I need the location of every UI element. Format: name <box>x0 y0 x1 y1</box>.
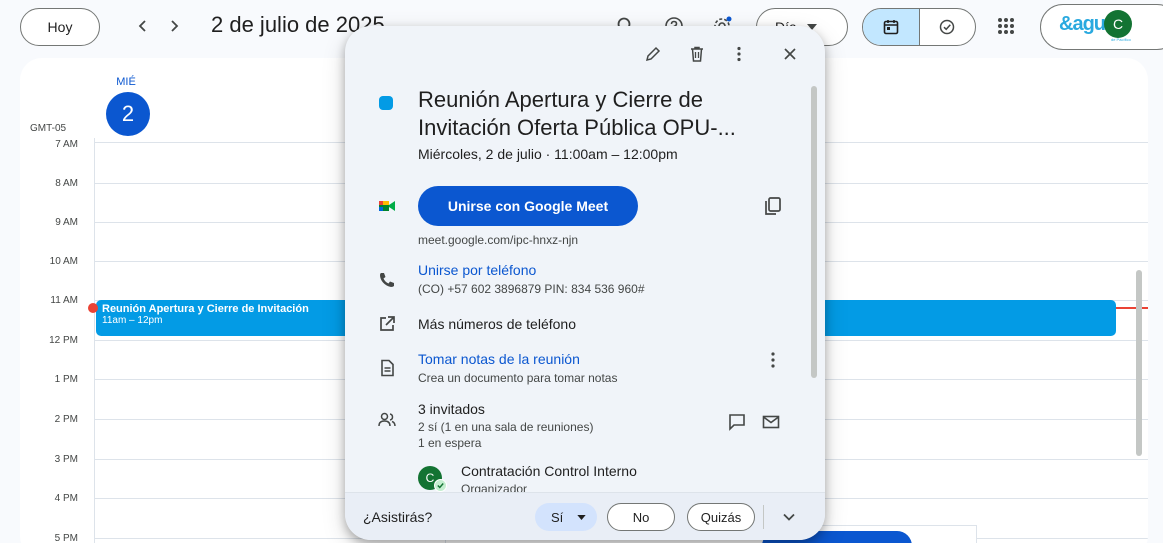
rsvp-yes-button[interactable]: Sí <box>535 503 597 531</box>
next-day-button[interactable] <box>162 14 186 38</box>
current-time-dot <box>88 303 98 313</box>
join-by-phone-link[interactable]: Unirse por teléfono <box>418 262 536 278</box>
rsvp-no-button[interactable]: No <box>607 503 675 531</box>
today-button[interactable]: Hoy <box>20 8 100 46</box>
hour-label: 3 PM <box>54 454 78 465</box>
organizer-name: Contratación Control Interno <box>461 463 637 479</box>
event-color-chip <box>379 96 393 110</box>
take-meeting-notes-link[interactable]: Tomar notas de la reunión <box>418 351 580 367</box>
previous-day-button[interactable] <box>131 14 155 38</box>
close-popup-button[interactable] <box>778 42 802 66</box>
chevron-down-icon[interactable] <box>779 507 799 527</box>
event-details-popup: Reunión Apertura y Cierre de Invitación … <box>345 26 825 540</box>
avatar[interactable]: C <box>1104 10 1132 38</box>
day-number-button[interactable]: 2 <box>106 92 150 136</box>
rsvp-bar: ¿Asistirás? Sí No Quizás <box>345 492 825 540</box>
guests-icon <box>375 408 399 432</box>
close-icon <box>784 48 796 60</box>
hour-label: 11 AM <box>50 295 78 306</box>
edit-event-button[interactable] <box>641 42 665 66</box>
current-time-line <box>1116 307 1148 309</box>
hour-label: 2 PM <box>54 414 78 425</box>
pencil-icon <box>645 46 661 62</box>
chevron-left-icon <box>138 20 146 32</box>
popup-event-title: Reunión Apertura y Cierre de Invitación … <box>418 87 736 140</box>
popup-scrollbar[interactable] <box>811 86 817 378</box>
hour-label: 9 AM <box>55 217 78 228</box>
tasks-view-toggle[interactable] <box>918 9 975 45</box>
chevron-right-icon <box>171 20 179 32</box>
account-switcher[interactable]: &aguas de Pacífico <box>1040 4 1163 50</box>
guest-count[interactable]: 3 invitados <box>418 401 485 417</box>
rsvp-divider <box>763 505 764 529</box>
hour-label: 7 AM <box>55 139 78 150</box>
more-phone-numbers-link[interactable]: Más números de teléfono <box>418 316 576 332</box>
popup-event-datetime: Miércoles, 2 de julio · 11:00am – 12:00p… <box>418 146 678 162</box>
phone-details: (CO) +57 602 3896879 PIN: 834 536 960# <box>418 282 645 296</box>
meeting-notes-hint: Crea un documento para tomar notas <box>418 371 618 385</box>
view-switcher <box>862 8 976 46</box>
accepted-check-icon <box>434 479 447 492</box>
brand-subtitle: de Pacífico <box>1111 37 1131 42</box>
hour-label: 8 AM <box>55 178 78 189</box>
guests-yes-summary: 2 sí (1 en una sala de reuniones) <box>418 420 594 434</box>
phone-icon <box>375 268 399 292</box>
hour-label: 1 PM <box>54 374 78 385</box>
more-options-button[interactable] <box>727 42 751 66</box>
caret-down-icon[interactable] <box>577 514 586 520</box>
calendar-icon <box>883 20 899 35</box>
guests-waiting-summary: 1 en espera <box>418 436 482 450</box>
email-guests-button[interactable] <box>761 412 785 436</box>
hour-label: 5 PM <box>54 533 78 543</box>
calendar-view-toggle[interactable] <box>863 9 919 45</box>
check-circle-icon <box>940 19 955 35</box>
delete-event-button[interactable] <box>685 42 709 66</box>
mail-icon <box>762 415 780 429</box>
rsvp-maybe-button[interactable]: Quizás <box>687 503 755 531</box>
join-meet-button[interactable]: Unirse con Google Meet <box>418 186 638 226</box>
copy-icon[interactable] <box>761 194 785 218</box>
timezone-label: GMT-05 <box>30 123 67 134</box>
weekday-label: MIÉ <box>116 76 136 88</box>
notes-options-icon[interactable] <box>763 348 783 372</box>
trash-icon <box>691 46 703 62</box>
rsvp-yes-label: Sí <box>551 509 564 525</box>
hour-label: 12 PM <box>49 335 78 346</box>
document-icon <box>375 356 399 380</box>
open-external-icon <box>375 312 399 336</box>
hour-label: 10 AM <box>49 256 78 267</box>
kebab-menu-icon <box>737 46 741 62</box>
rsvp-question: ¿Asistirás? <box>363 509 433 525</box>
chat-icon <box>729 414 745 431</box>
hour-label: 4 PM <box>54 493 78 504</box>
google-meet-icon <box>375 194 399 218</box>
meet-link[interactable]: meet.google.com/ipc-hnxz-njn <box>418 233 578 247</box>
apps-grid-icon[interactable] <box>994 14 1018 38</box>
chat-guests-button[interactable] <box>727 412 751 436</box>
grid-scrollbar[interactable] <box>1136 270 1142 456</box>
